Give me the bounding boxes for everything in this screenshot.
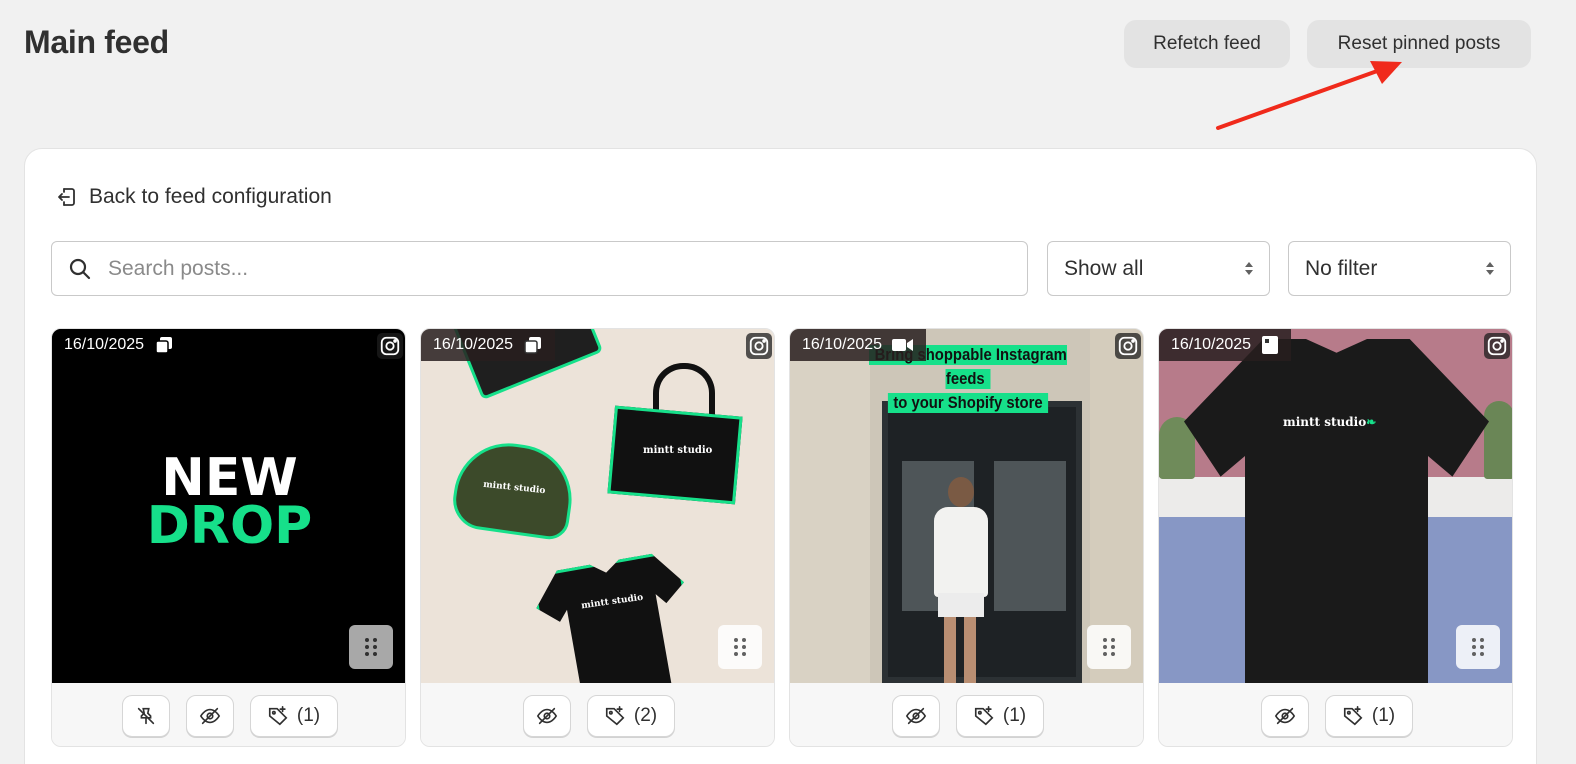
eye-off-icon [199, 707, 220, 724]
plant [1484, 401, 1512, 479]
tag-plus-icon [974, 705, 994, 725]
pin-off-icon [137, 707, 154, 724]
instagram-icon [746, 333, 772, 359]
post-image[interactable]: Bring shoppable Instagram feeds to your … [790, 329, 1143, 683]
drag-handle[interactable] [1087, 625, 1131, 669]
feed-card: Back to feed configuration Show all No f… [24, 148, 1537, 764]
post-date-chip: 16/10/2025 [1159, 329, 1292, 361]
instagram-icon [1115, 333, 1141, 359]
tag-plus-icon [605, 705, 625, 725]
post-image[interactable]: NEW DROP 16/10/2025 [52, 329, 405, 683]
tag-count: (1) [1371, 704, 1396, 726]
carousel-icon [155, 337, 173, 354]
hide-button[interactable] [1260, 694, 1309, 737]
tag-products-button[interactable]: (1) [1324, 694, 1413, 737]
back-link-label: Back to feed configuration [89, 185, 332, 208]
tag-products-button[interactable]: (2) [586, 694, 675, 737]
eye-off-icon [536, 707, 557, 724]
instagram-icon [377, 333, 403, 359]
image-icon [1262, 336, 1279, 354]
post-headline: NEW DROP [146, 448, 313, 556]
show-select-value: Show all [1064, 256, 1144, 280]
post-card[interactable]: Bring shoppable Instagram feeds to your … [789, 328, 1144, 747]
post-date-chip: 16/10/2025 [52, 329, 187, 361]
hide-button[interactable] [185, 694, 234, 737]
drag-handle[interactable] [718, 625, 762, 669]
filter-select[interactable]: No filter [1288, 241, 1511, 296]
tag-products-button[interactable]: (1) [249, 694, 338, 737]
drag-dots-icon [734, 638, 746, 656]
show-select[interactable]: Show all [1047, 241, 1270, 296]
search-field[interactable] [51, 241, 1028, 296]
drag-dots-icon [1472, 638, 1484, 656]
eye-off-icon [905, 707, 926, 724]
drag-dots-icon [1103, 638, 1115, 656]
post-actions: (2) [421, 683, 774, 746]
unpin-button[interactable] [121, 694, 170, 737]
tag-plus-icon [268, 705, 288, 725]
post-actions: (1) [790, 683, 1143, 746]
tag-count: (2) [633, 704, 658, 726]
drag-handle[interactable] [1456, 625, 1500, 669]
instagram-icon [1484, 333, 1510, 359]
brand-text: mintt studio [643, 445, 713, 456]
video-icon [892, 339, 914, 351]
door-glass [994, 461, 1066, 611]
annotation-arrow [1216, 61, 1402, 130]
eye-off-icon [1274, 707, 1295, 724]
post-date: 16/10/2025 [64, 336, 145, 353]
post-date: 16/10/2025 [1171, 336, 1252, 353]
hide-button[interactable] [522, 694, 571, 737]
select-arrows-icon [1245, 262, 1253, 275]
post-card[interactable]: NEW DROP 16/10/2025 (1) [51, 328, 406, 747]
carousel-icon [524, 337, 542, 354]
search-icon [69, 258, 91, 279]
post-card[interactable]: mintt studio mintt studio mintt studio 1… [420, 328, 775, 747]
person-figure [930, 477, 990, 683]
hide-button[interactable] [891, 694, 940, 737]
drag-handle[interactable] [349, 625, 393, 669]
post-card[interactable]: mintt studio❧ 16/10/2025 (1) [1158, 328, 1513, 747]
drag-dots-icon [365, 638, 377, 656]
exit-icon [58, 188, 75, 206]
search-input[interactable] [108, 256, 988, 281]
post-date: 16/10/2025 [433, 336, 514, 353]
post-image[interactable]: mintt studio mintt studio mintt studio 1… [421, 329, 774, 683]
post-actions: (1) [52, 683, 405, 746]
tag-plus-icon [1343, 705, 1363, 725]
tag-count: (1) [1002, 704, 1027, 726]
tag-count: (1) [296, 704, 321, 726]
filter-select-value: No filter [1305, 256, 1378, 280]
brand-text: mintt studio❧ [1283, 415, 1377, 429]
tag-products-button[interactable]: (1) [955, 694, 1044, 737]
post-date: 16/10/2025 [802, 336, 883, 353]
page-title: Main feed [24, 24, 169, 60]
post-date-chip: 16/10/2025 [790, 329, 927, 361]
post-date-chip: 16/10/2025 [421, 329, 556, 361]
post-actions: (1) [1159, 683, 1512, 746]
post-image[interactable]: mintt studio❧ 16/10/2025 [1159, 329, 1512, 683]
shirt-shape [530, 549, 701, 683]
back-to-config-link[interactable]: Back to feed configuration [55, 185, 332, 209]
select-arrows-icon [1486, 262, 1494, 275]
